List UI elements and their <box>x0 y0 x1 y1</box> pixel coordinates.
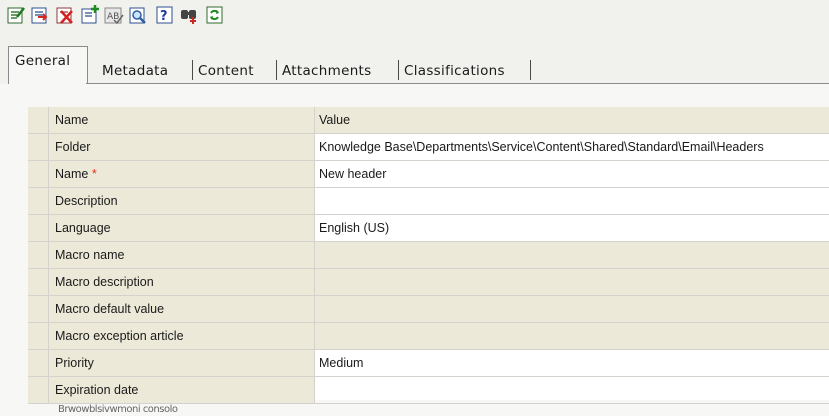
priority-field[interactable]: Medium <box>315 350 829 376</box>
row-gutter <box>28 350 49 376</box>
row-gutter <box>28 323 49 349</box>
grid-header-row: Name Value <box>28 107 829 134</box>
help-icon[interactable]: ? <box>155 5 175 25</box>
property-name: Macro name <box>49 242 315 268</box>
tab-separator <box>192 60 193 80</box>
property-row-macro-exception-article[interactable]: Macro exception article <box>28 323 829 350</box>
spell-check-icon[interactable]: AB <box>104 5 124 25</box>
property-name: Description <box>49 188 315 214</box>
tab-attachments[interactable]: Attachments <box>282 59 371 81</box>
property-row-name[interactable]: Name * New header <box>28 161 829 188</box>
tab-bar: General Metadata Content Attachments Cla… <box>0 38 829 85</box>
save-icon[interactable] <box>6 5 26 25</box>
row-gutter <box>28 377 49 403</box>
property-name: Expiration date <box>49 377 315 403</box>
property-row-language[interactable]: Language English (US) <box>28 215 829 242</box>
svg-text:AB: AB <box>107 12 119 22</box>
macro-default-value <box>315 296 829 322</box>
tab-label: Attachments <box>282 63 372 79</box>
macro-description-value <box>315 269 829 295</box>
tab-general[interactable]: General <box>8 46 88 85</box>
tab-content[interactable]: Content <box>198 59 254 81</box>
tab-label: Classifications <box>404 63 505 79</box>
property-grid: Name Value Folder Knowledge Base\Departm… <box>28 107 829 404</box>
column-header-name[interactable]: Name <box>49 107 315 133</box>
tab-label: General <box>15 53 71 69</box>
preview-icon[interactable] <box>128 5 148 25</box>
property-row-priority[interactable]: Priority Medium <box>28 350 829 377</box>
new-icon[interactable] <box>80 5 100 25</box>
folder-value[interactable]: Knowledge Base\Departments\Service\Conte… <box>315 134 829 160</box>
row-gutter <box>28 134 49 160</box>
tab-separator <box>530 60 531 80</box>
property-row-macro-name[interactable]: Macro name <box>28 242 829 269</box>
macro-exception-article-value <box>315 323 829 349</box>
svg-text:?: ? <box>160 9 168 24</box>
tab-label: Metadata <box>102 63 169 79</box>
save-close-icon[interactable] <box>30 5 50 25</box>
property-row-folder[interactable]: Folder Knowledge Base\Departments\Servic… <box>28 134 829 161</box>
row-gutter <box>28 215 49 241</box>
tab-classifications[interactable]: Classifications <box>404 59 505 81</box>
row-gutter <box>28 188 49 214</box>
macro-name-value <box>315 242 829 268</box>
partially-rendered-row: Brwowblsivwmoni consolo <box>0 404 829 416</box>
expiration-date-field[interactable] <box>315 377 829 403</box>
property-name: Name <box>55 167 89 181</box>
property-name: Macro default value <box>49 296 315 322</box>
property-name: Folder <box>49 134 315 160</box>
required-marker: * <box>91 167 97 181</box>
property-name: Macro exception article <box>49 323 315 349</box>
find-icon[interactable] <box>180 5 200 25</box>
column-header-value[interactable]: Value <box>315 107 829 133</box>
property-row-description[interactable]: Description <box>28 188 829 215</box>
language-field[interactable]: English (US) <box>315 215 829 241</box>
property-name-cell: Name * <box>49 161 315 187</box>
row-gutter <box>28 107 49 133</box>
property-row-macro-default-value[interactable]: Macro default value <box>28 296 829 323</box>
row-gutter <box>28 161 49 187</box>
tab-separator <box>276 60 277 80</box>
tab-metadata[interactable]: Metadata <box>102 59 168 81</box>
tab-separator <box>398 60 399 80</box>
tab-label: Content <box>198 63 254 79</box>
property-name: Macro description <box>49 269 315 295</box>
row-gutter <box>28 296 49 322</box>
name-field[interactable]: New header <box>315 161 829 187</box>
toolbar: AB ? <box>0 0 829 38</box>
row-gutter <box>28 242 49 268</box>
property-row-expiration-date[interactable]: Expiration date <box>28 377 829 404</box>
refresh-icon[interactable] <box>205 5 225 25</box>
property-name: Language <box>49 215 315 241</box>
delete-icon[interactable] <box>55 5 75 25</box>
row-gutter <box>28 269 49 295</box>
description-field[interactable] <box>315 188 829 214</box>
partial-row-text: Brwowblsivwmoni consolo <box>58 404 178 415</box>
property-row-macro-description[interactable]: Macro description <box>28 269 829 296</box>
property-name: Priority <box>49 350 315 376</box>
